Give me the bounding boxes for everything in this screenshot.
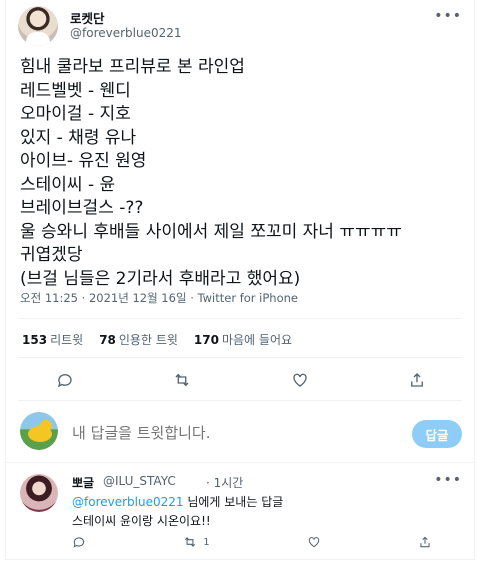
divider bbox=[18, 318, 462, 319]
share-icon[interactable] bbox=[418, 535, 432, 549]
reply-actions: 1 bbox=[72, 535, 432, 549]
tweet-timestamp[interactable]: 오전 11:25 · 2021년 12월 16일 bbox=[20, 291, 187, 305]
divider bbox=[18, 357, 462, 358]
current-user-avatar[interactable] bbox=[20, 412, 58, 450]
tweet-stats: 153 리트윗 78 인용한 트윗 170 마음에 들어요 bbox=[22, 331, 292, 348]
user-handle[interactable]: @foreverblue0221 bbox=[70, 26, 182, 40]
divider bbox=[6, 462, 474, 463]
reply-text: 스테이씨 윤이랑 시온이요!! bbox=[72, 514, 211, 528]
tweet-actions bbox=[6, 369, 476, 391]
retweet-icon[interactable] bbox=[171, 369, 193, 391]
replying-to: @foreverblue0221 님에게 보내는 답글 bbox=[72, 495, 284, 509]
retweet-icon[interactable]: 1 bbox=[183, 535, 210, 549]
tweet-card: 로켓단 @foreverblue0221 ••• 힘내 쿨라보 프리뷰로 본 라… bbox=[5, 0, 475, 560]
replying-to-link[interactable]: @foreverblue0221 bbox=[72, 495, 184, 509]
quotes-stat[interactable]: 78 인용한 트윗 bbox=[99, 331, 178, 348]
tweet-text: 힘내 쿨라보 프리뷰로 본 라인업 레드벨벳 - 웬디 오마이걸 - 지호 있지… bbox=[20, 57, 402, 289]
reply-display-name[interactable]: 뽀글 bbox=[72, 474, 94, 491]
reply-input[interactable] bbox=[72, 424, 372, 442]
reply-handle[interactable]: @ILU_STAYC bbox=[103, 474, 176, 488]
reply-icon[interactable] bbox=[54, 369, 76, 391]
likes-stat[interactable]: 170 마음에 들어요 bbox=[194, 331, 292, 348]
share-icon[interactable] bbox=[406, 369, 428, 391]
reply-timestamp[interactable]: · 1시간 bbox=[206, 474, 243, 491]
reply-icon[interactable] bbox=[72, 535, 86, 549]
avatar[interactable] bbox=[18, 6, 58, 46]
retweet-count: 1 bbox=[203, 536, 210, 548]
tweet-meta: 오전 11:25 · 2021년 12월 16일 · Twitter for i… bbox=[20, 291, 299, 305]
reply-button[interactable]: 답글 bbox=[412, 420, 462, 448]
reply-avatar[interactable] bbox=[20, 474, 58, 512]
retweets-stat[interactable]: 153 리트윗 bbox=[22, 331, 83, 348]
divider bbox=[18, 400, 462, 401]
display-name[interactable]: 로켓단 bbox=[70, 8, 105, 27]
tweet-source[interactable]: Twitter for iPhone bbox=[198, 291, 299, 305]
like-icon[interactable] bbox=[307, 535, 321, 549]
more-horizontal-icon[interactable]: ••• bbox=[434, 8, 462, 24]
like-icon[interactable] bbox=[289, 369, 311, 391]
more-horizontal-icon[interactable]: ••• bbox=[434, 472, 462, 488]
